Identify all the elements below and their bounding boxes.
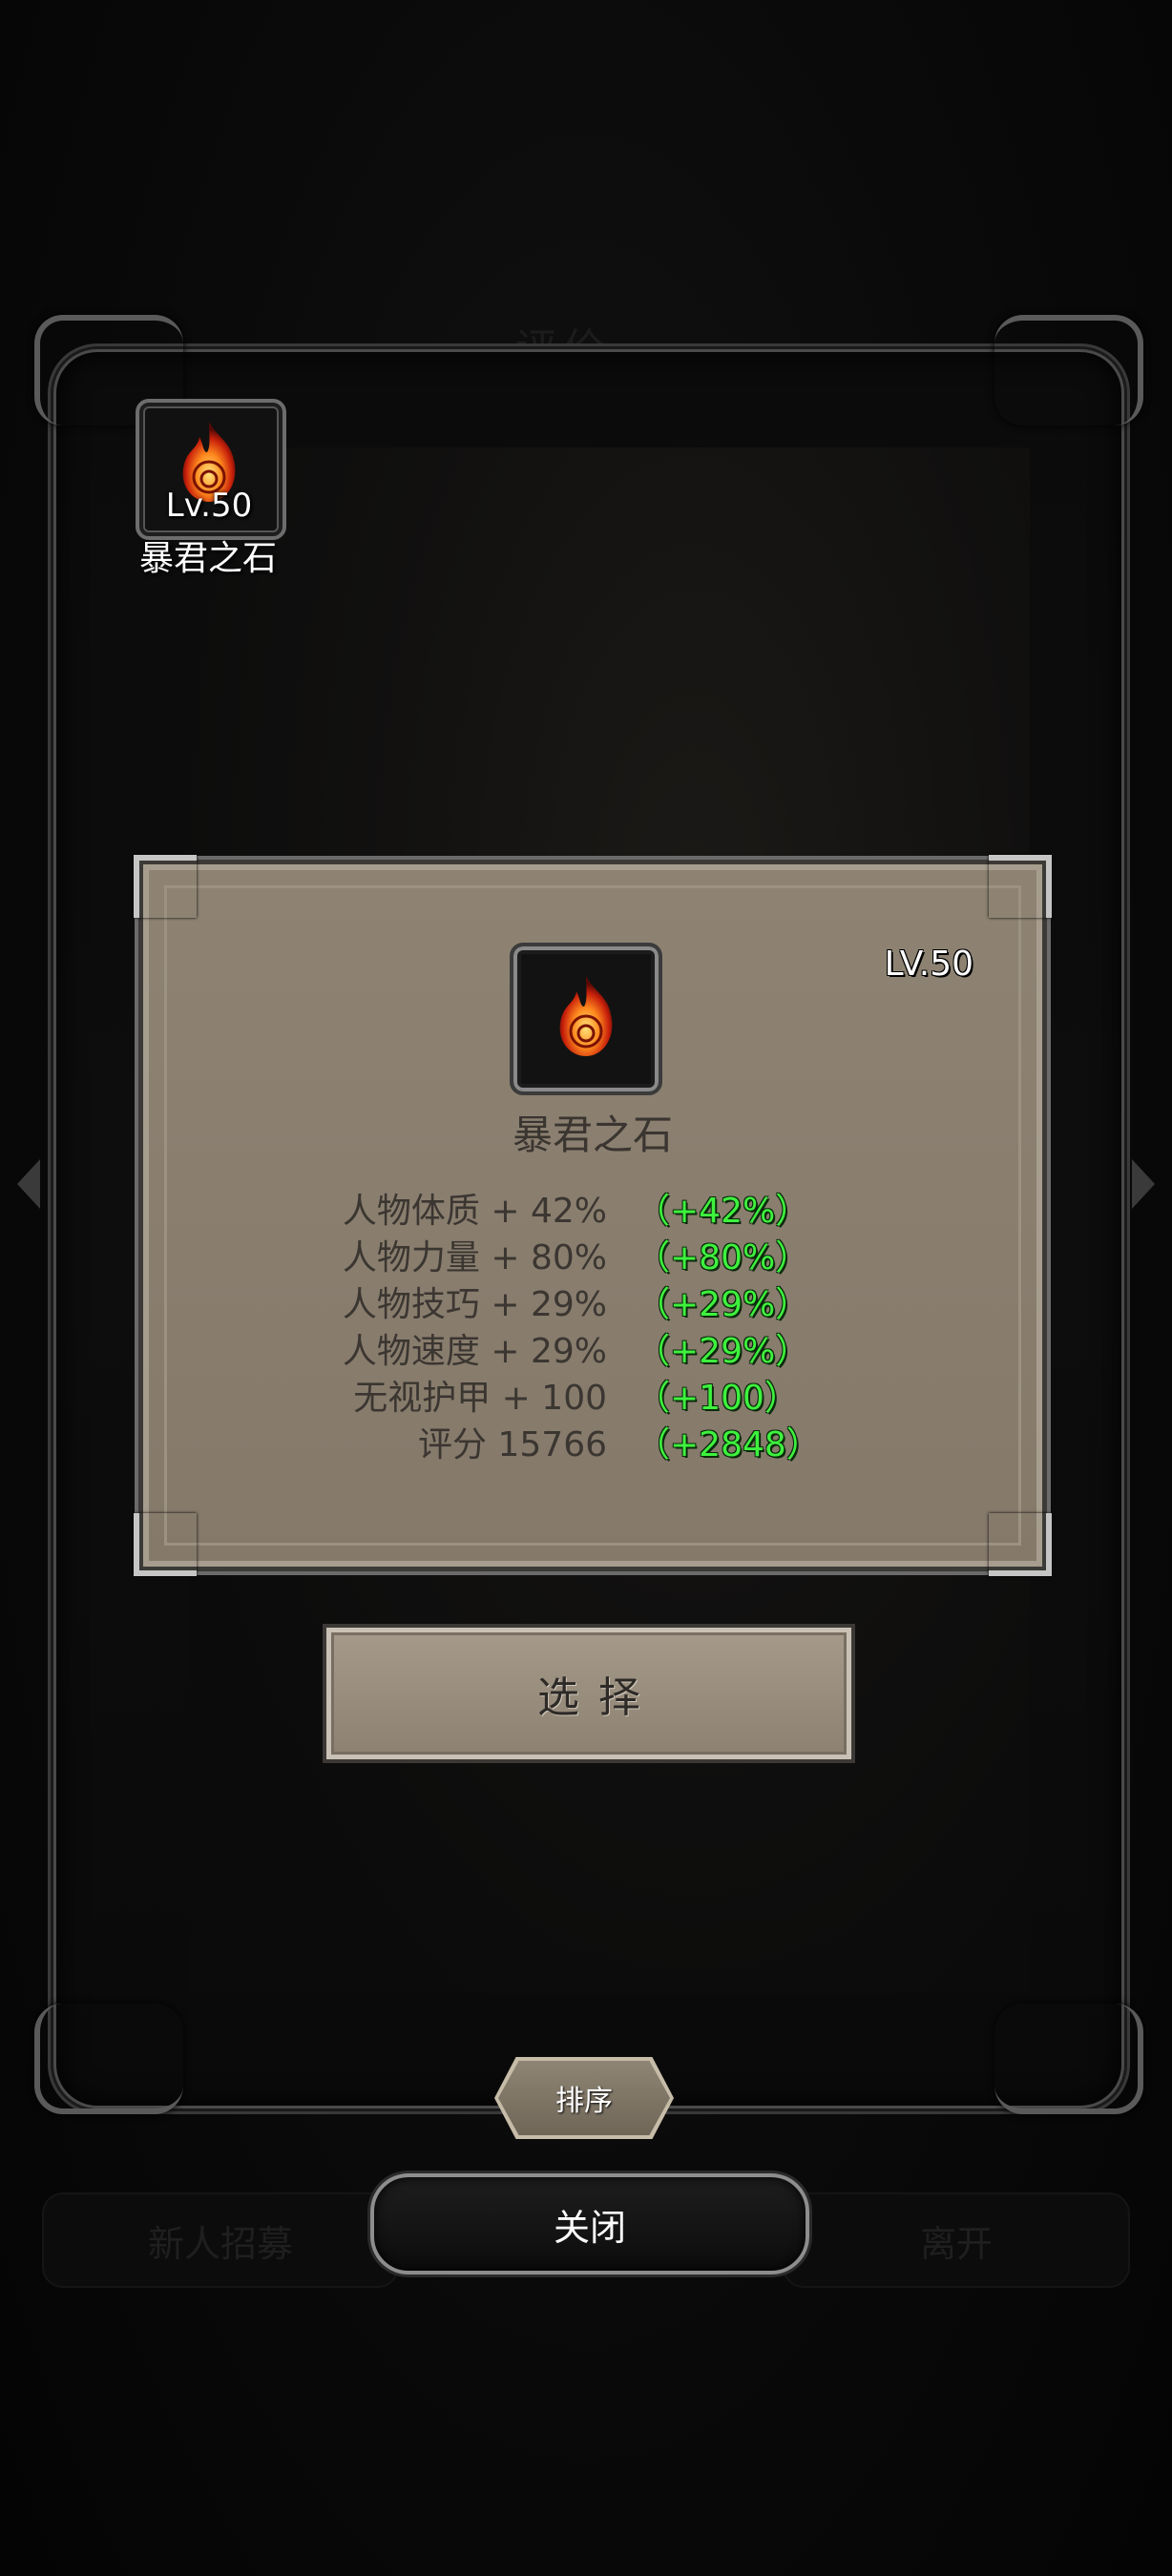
close-button-label: 关闭 <box>553 2206 626 2249</box>
stat-label: 人物技巧 + 29% <box>342 1285 607 1324</box>
background-recruit-button: 新人招募 <box>42 2192 399 2288</box>
panel-corner <box>134 855 197 918</box>
stat-row: 评分 15766 （+2848） <box>149 1417 1036 1465</box>
detail-level: LV.50 <box>884 945 973 984</box>
stat-label: 评分 15766 <box>418 1425 607 1465</box>
background-leave-button: 离开 <box>783 2192 1130 2288</box>
stat-row: 无视护甲 + 100 （+100） <box>149 1370 1036 1418</box>
stat-bonus: （+29%） <box>636 1285 810 1324</box>
frame-ornament-bottom-right <box>994 2004 1143 2114</box>
panel-corner <box>989 1513 1052 1576</box>
stat-bonus: （+100） <box>636 1379 799 1418</box>
detail-name: 暴君之石 <box>512 1111 673 1158</box>
frame-ornament-top-right <box>994 315 1143 426</box>
stat-row: 人物体质 + 42% （+42%） <box>149 1183 1036 1231</box>
sort-button-label: 排序 <box>555 2085 613 2118</box>
panel-corner <box>134 1513 197 1576</box>
select-button-label: 选择 <box>537 1673 659 1722</box>
stat-bonus: （+29%） <box>636 1332 810 1371</box>
stat-bonus: （+80%） <box>636 1238 810 1278</box>
stat-label: 人物体质 + 42% <box>342 1192 607 1231</box>
stat-row: 人物技巧 + 29% （+29%） <box>149 1277 1036 1324</box>
select-button[interactable]: 选择 <box>326 1628 851 1759</box>
previous-arrow-icon[interactable] <box>17 1159 40 1209</box>
stat-label: 无视护甲 + 100 <box>353 1379 607 1418</box>
stat-bonus: （+2848） <box>636 1425 821 1465</box>
game-screen: 评价 新人招募 离开 Lv.50 暴君之石 <box>0 0 1172 2576</box>
slot-name: 暴君之石 <box>138 539 277 578</box>
fire-stone-icon <box>559 976 613 1056</box>
frame-ornament-bottom-left <box>34 2004 183 2114</box>
sort-button[interactable]: 排序 <box>498 2061 670 2135</box>
next-arrow-icon[interactable] <box>1132 1159 1155 1209</box>
close-button[interactable]: 关闭 <box>370 2173 809 2275</box>
stone-slot[interactable]: Lv.50 暴君之石 <box>136 399 286 578</box>
panel-corner <box>989 855 1052 918</box>
stat-row: 人物力量 + 80% （+80%） <box>149 1230 1036 1278</box>
stat-label: 人物速度 + 29% <box>342 1332 607 1371</box>
stat-list: 人物体质 + 42% （+42%） 人物力量 + 80% （+80%） 人物技巧… <box>149 1183 1036 1465</box>
stat-bonus: （+42%） <box>636 1192 810 1231</box>
stone-detail-panel: LV.50 暴君之石 人物体质 + 42% （+42%） 人物力量 + 80% … <box>134 855 1052 1576</box>
stat-row: 人物速度 + 29% （+29%） <box>149 1323 1036 1371</box>
slot-level: Lv.50 <box>165 487 253 525</box>
stat-label: 人物力量 + 80% <box>342 1238 607 1278</box>
detail-icon-frame <box>510 943 662 1095</box>
